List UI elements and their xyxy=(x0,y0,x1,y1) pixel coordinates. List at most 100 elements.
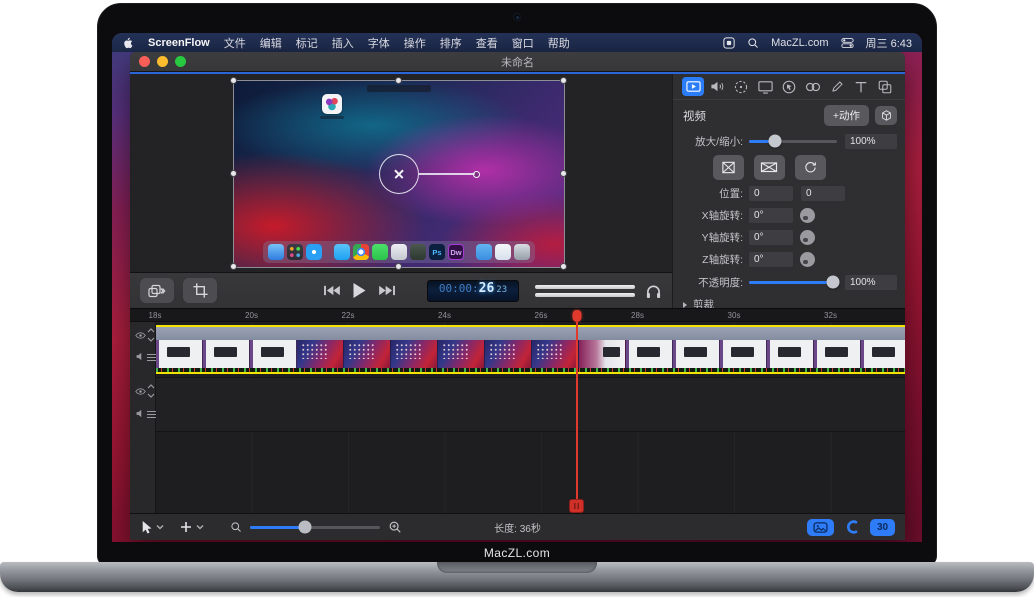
timeline-zoom-slider[interactable] xyxy=(250,526,380,529)
zoom-slider[interactable] xyxy=(749,140,837,143)
menu-item[interactable]: 字体 xyxy=(368,35,390,51)
ruler[interactable]: 18s20s22s24s26s28s30s32s xyxy=(130,308,905,322)
zoom-slider-thumb[interactable] xyxy=(769,135,782,148)
clip-thumbnail[interactable] xyxy=(673,340,720,368)
tab-text-icon[interactable] xyxy=(850,77,872,96)
playhead-handle[interactable] xyxy=(569,499,584,513)
clip-thumbnail[interactable] xyxy=(344,340,391,368)
clip-thumbnail[interactable] xyxy=(203,340,250,368)
crop-button[interactable] xyxy=(183,278,217,303)
add-action-button[interactable]: +动作 xyxy=(824,105,869,126)
menu-item[interactable]: 排序 xyxy=(440,35,462,51)
scale-to-fill-button[interactable] xyxy=(754,155,785,180)
selection-handle[interactable] xyxy=(395,263,402,270)
menu-item[interactable]: 编辑 xyxy=(260,35,282,51)
zoom-in-icon[interactable] xyxy=(388,520,402,534)
tab-media-icon[interactable] xyxy=(874,77,896,96)
selection-handle[interactable] xyxy=(560,77,567,84)
control-center-icon[interactable] xyxy=(841,37,854,49)
menubar-site-label[interactable]: MacZL.com xyxy=(771,37,828,49)
clip-thumbnail[interactable] xyxy=(814,340,861,368)
input-source-icon[interactable] xyxy=(723,37,735,49)
search-icon[interactable] xyxy=(747,37,759,49)
selection-handle[interactable] xyxy=(560,263,567,270)
menu-item[interactable]: 查看 xyxy=(476,35,498,51)
tab-callout-icon[interactable] xyxy=(778,77,800,96)
pointer-tool-icon[interactable] xyxy=(140,520,152,535)
tab-screen-icon[interactable] xyxy=(754,77,776,96)
video-clip[interactable] xyxy=(156,325,905,374)
menu-item[interactable]: 窗口 xyxy=(512,35,534,51)
rotation-value-field[interactable]: 0° xyxy=(749,252,793,267)
clip-thumbnail[interactable] xyxy=(532,340,579,368)
tab-touch-icon[interactable] xyxy=(802,77,824,96)
tab-video-icon[interactable] xyxy=(682,77,704,96)
menu-item[interactable]: 插入 xyxy=(332,35,354,51)
clip-thumbnail[interactable] xyxy=(720,340,767,368)
add-clip-plus-icon[interactable] xyxy=(180,521,192,533)
clip-thumbnail[interactable] xyxy=(297,340,344,368)
snapping-magnet-icon[interactable] xyxy=(844,519,860,535)
selection-handle[interactable] xyxy=(230,170,237,177)
add-clip-chevron-icon[interactable] xyxy=(196,524,204,530)
clip-thumbnail[interactable] xyxy=(767,340,814,368)
clip-thumbnail[interactable] xyxy=(391,340,438,368)
reset-rotation-button[interactable] xyxy=(795,155,826,180)
tab-audio-icon[interactable] xyxy=(706,77,728,96)
track1-visibility-eye-icon[interactable] xyxy=(134,330,147,341)
selection-handle[interactable] xyxy=(230,77,237,84)
crop-section-row[interactable]: 剪裁 xyxy=(673,294,905,308)
rotation-knob[interactable] xyxy=(800,230,815,245)
clip-thumbnail[interactable] xyxy=(626,340,673,368)
opacity-slider-thumb[interactable] xyxy=(827,276,840,289)
selection-handle[interactable] xyxy=(395,77,402,84)
rotation-handle[interactable] xyxy=(473,171,480,178)
framerate-button[interactable]: 30 xyxy=(870,519,895,536)
menubar-clock[interactable]: 周三 6:43 xyxy=(866,35,912,51)
selection-handle[interactable] xyxy=(560,170,567,177)
clip-thumbnail[interactable] xyxy=(579,340,626,368)
track1-expand-chevrons[interactable] xyxy=(147,327,155,343)
window-titlebar[interactable]: 未命名 xyxy=(130,52,905,72)
timeline-tracks[interactable] xyxy=(130,322,905,513)
menu-item[interactable]: 文件 xyxy=(224,35,246,51)
opacity-value-field[interactable]: 100% xyxy=(845,275,897,290)
previous-frame-button[interactable] xyxy=(322,284,341,297)
tab-motion-icon[interactable] xyxy=(730,77,752,96)
position-y-field[interactable]: 0 xyxy=(801,186,845,201)
playhead-pin[interactable] xyxy=(573,310,582,322)
tab-annotate-icon[interactable] xyxy=(826,77,848,96)
track1-audio-icon[interactable] xyxy=(135,351,146,362)
thumbnails-toggle-button[interactable] xyxy=(807,519,834,536)
track2-visibility-eye-icon[interactable] xyxy=(134,386,147,397)
pointer-tool-chevron-icon[interactable] xyxy=(156,524,164,530)
selection-handle[interactable] xyxy=(230,263,237,270)
menubar-app-name[interactable]: ScreenFlow xyxy=(148,37,210,49)
clip-thumbnail[interactable] xyxy=(861,340,905,368)
menu-item[interactable]: 标记 xyxy=(296,35,318,51)
zoom-value-field[interactable]: 100% xyxy=(845,134,897,149)
next-frame-button[interactable] xyxy=(378,284,397,297)
track2-expand-chevrons[interactable] xyxy=(147,383,155,399)
opacity-slider[interactable] xyxy=(749,281,837,284)
canvas-area[interactable]: PsDw xyxy=(130,74,672,272)
scale-to-fit-button[interactable] xyxy=(713,155,744,180)
menu-item[interactable]: 操作 xyxy=(404,35,426,51)
playhead-line[interactable] xyxy=(576,322,578,501)
clip-header[interactable] xyxy=(156,327,905,340)
rotation-center-control[interactable] xyxy=(379,154,419,194)
clip-thumbnail[interactable] xyxy=(250,340,297,368)
clip-thumbnail[interactable] xyxy=(485,340,532,368)
play-button[interactable] xyxy=(352,282,367,299)
position-x-field[interactable]: 0 xyxy=(749,186,793,201)
track2-audio-icon[interactable] xyxy=(135,408,146,419)
menu-item[interactable]: 帮助 xyxy=(548,35,570,51)
clip-thumbnail[interactable] xyxy=(156,340,203,368)
rotation-value-field[interactable]: 0° xyxy=(749,208,793,223)
rotation-knob[interactable] xyxy=(800,252,815,267)
track1-grip-icon[interactable] xyxy=(147,353,156,362)
zoom-out-icon[interactable] xyxy=(230,521,242,533)
clip-thumbnail[interactable] xyxy=(438,340,485,368)
track2-lane[interactable] xyxy=(130,377,905,431)
3d-cube-button[interactable] xyxy=(875,106,897,125)
